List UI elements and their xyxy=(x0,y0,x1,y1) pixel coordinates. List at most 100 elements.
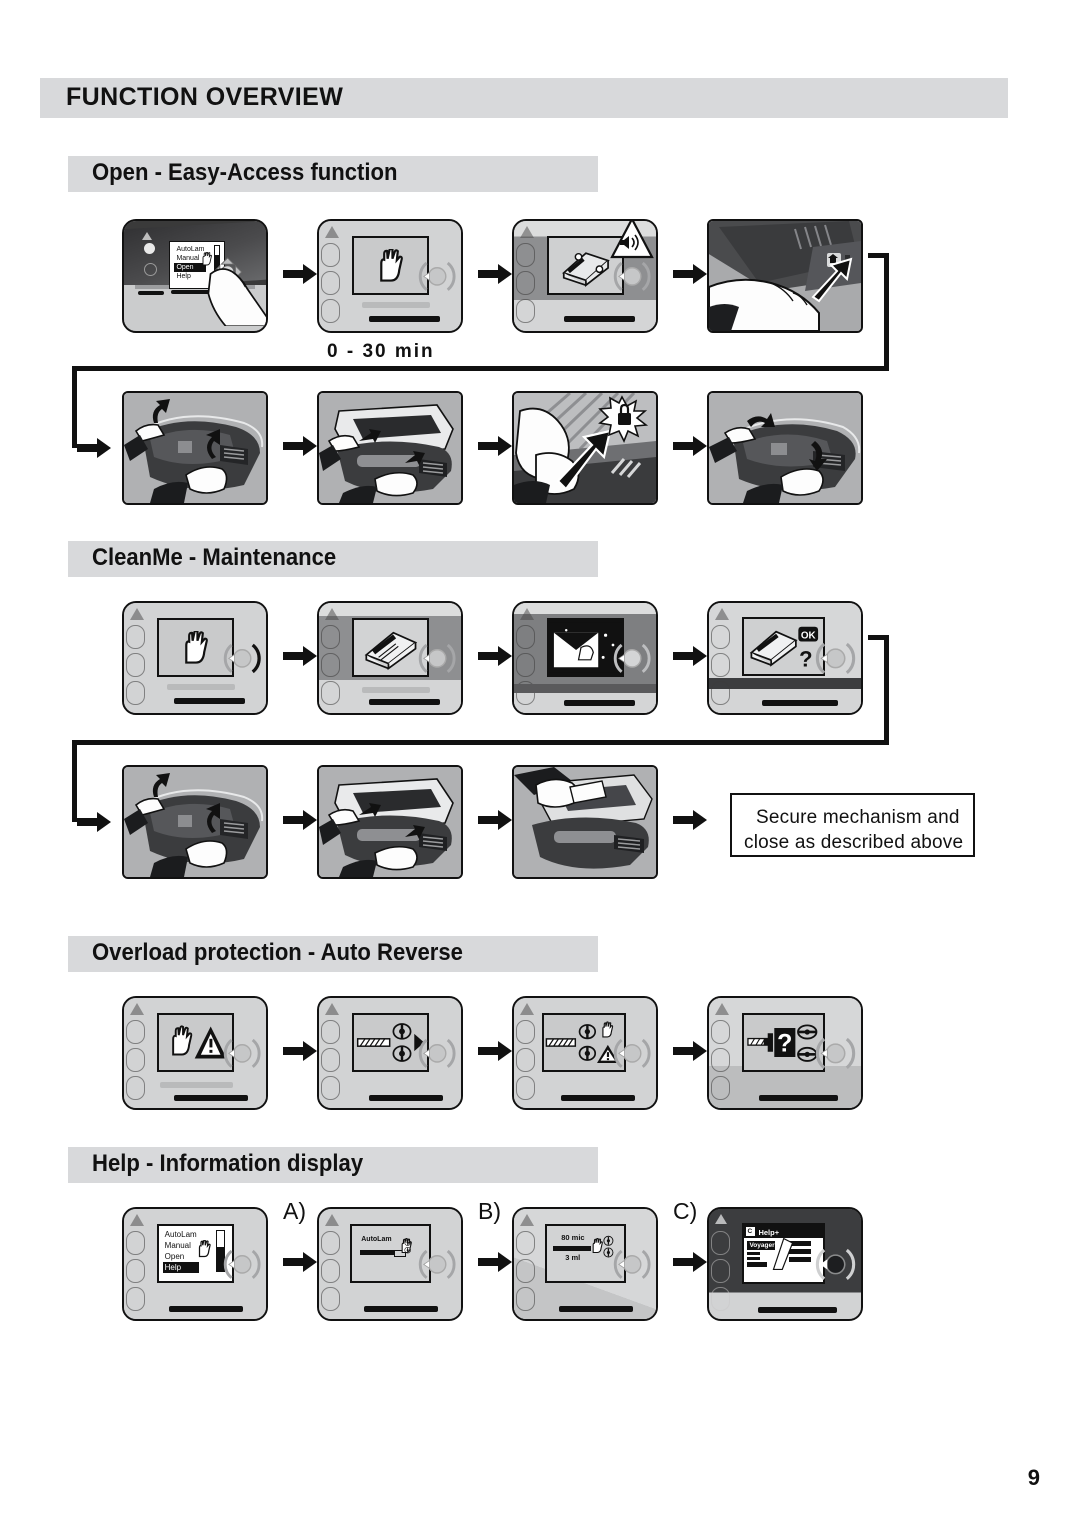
sound-alert-icon xyxy=(610,221,654,262)
device-button-1[interactable] xyxy=(516,1020,535,1044)
device-button-1[interactable] xyxy=(711,1231,730,1255)
flow-arrow xyxy=(283,263,317,285)
device-nav-pad[interactable] xyxy=(613,632,651,685)
device-button-2[interactable] xyxy=(321,1259,340,1283)
device-face: AutoLam Manual Open Help xyxy=(124,1209,266,1319)
device-slot-lower xyxy=(368,1094,443,1101)
device-nav-pad[interactable] xyxy=(418,632,456,685)
device-button-2[interactable] xyxy=(711,1259,730,1283)
device-button-3[interactable] xyxy=(711,681,730,705)
note-line-2: close as described above xyxy=(744,832,964,853)
step-display-hand-wait xyxy=(122,601,268,715)
page-turn-icon xyxy=(773,1238,794,1271)
device-nav-pad[interactable] xyxy=(418,250,456,303)
device-lcd: C Help+ Voyager xyxy=(742,1223,826,1285)
device-nav-pad[interactable] xyxy=(815,1027,856,1080)
question-mark-text: ? xyxy=(799,647,813,672)
hand-icon xyxy=(181,630,211,665)
photo-image xyxy=(124,393,266,503)
flow-arrow xyxy=(478,645,512,667)
device-button-2[interactable] xyxy=(711,1048,730,1072)
device-button-3[interactable] xyxy=(126,681,145,705)
device-button-2[interactable] xyxy=(321,271,340,295)
device-button-2[interactable] xyxy=(126,1048,145,1072)
menu-item-help[interactable]: Help xyxy=(174,272,206,281)
device-button-2[interactable] xyxy=(126,653,145,677)
device-nav-pad[interactable] xyxy=(613,1027,651,1080)
device-nav-pad[interactable] xyxy=(815,632,856,685)
menu-item-manual[interactable]: Manual xyxy=(163,1240,199,1251)
step-display-rollers-forward xyxy=(317,996,463,1110)
page-number: 9 xyxy=(1027,1465,1040,1490)
step-display-cleaning-ok-question: OK ? xyxy=(707,601,863,715)
device-button-1[interactable] xyxy=(321,243,340,267)
device-button-3[interactable] xyxy=(516,1287,535,1311)
device-button-1[interactable] xyxy=(321,1231,340,1255)
device-button-1[interactable] xyxy=(711,625,730,649)
device-button-3[interactable] xyxy=(126,1287,145,1311)
device-button-1[interactable] xyxy=(516,625,535,649)
console-power-button[interactable] xyxy=(143,243,155,254)
flow-arrow xyxy=(478,263,512,285)
device-nav-pad[interactable] xyxy=(815,1238,856,1291)
flow-arrow xyxy=(673,263,707,285)
console-warning-icon xyxy=(142,232,153,240)
device-button-2[interactable] xyxy=(516,271,535,295)
photo-image xyxy=(319,393,461,503)
device-button-1[interactable] xyxy=(711,1020,730,1044)
device-button-1[interactable] xyxy=(321,625,340,649)
device-button-3[interactable] xyxy=(321,299,340,323)
device-button-3[interactable] xyxy=(321,1287,340,1311)
device-button-3[interactable] xyxy=(321,681,340,705)
device-nav-pad[interactable] xyxy=(418,1238,456,1291)
menu-item-autolam[interactable]: AutoLam xyxy=(163,1229,199,1240)
warning-triangle-icon xyxy=(520,226,534,238)
device-nav-pad[interactable] xyxy=(223,1027,261,1080)
device-button-3[interactable] xyxy=(711,1287,730,1311)
device-button-2[interactable] xyxy=(516,653,535,677)
device-button-3[interactable] xyxy=(516,1076,535,1100)
menu-item-open[interactable]: Open xyxy=(163,1251,199,1262)
step-display-hand-wait xyxy=(317,219,463,333)
flow-arrow xyxy=(478,435,512,457)
warning-triangle-icon xyxy=(130,1003,144,1015)
device-button-1[interactable] xyxy=(516,243,535,267)
warning-triangle-icon xyxy=(325,608,339,620)
menu-item-help[interactable]: Help xyxy=(162,1262,199,1274)
device-nav-pad[interactable] xyxy=(223,1238,261,1291)
device-slot-lower xyxy=(559,1305,634,1312)
step-photo-press-rollers xyxy=(317,391,463,505)
device-button-3[interactable] xyxy=(321,1076,340,1100)
device-button-1[interactable] xyxy=(126,625,145,649)
device-nav-pad[interactable] xyxy=(613,1238,651,1291)
device-button-1[interactable] xyxy=(126,1231,145,1255)
flow-connector-stub-right xyxy=(868,635,889,640)
device-face xyxy=(319,221,461,331)
device-button-3[interactable] xyxy=(516,299,535,323)
device-button-2[interactable] xyxy=(126,1259,145,1283)
section-heading-open-easy-access: Open - Easy-Access function xyxy=(68,156,598,192)
flow-arrow xyxy=(478,1251,512,1273)
device-button-2[interactable] xyxy=(516,1048,535,1072)
device-button-1[interactable] xyxy=(516,1231,535,1255)
device-nav-pad[interactable] xyxy=(418,1027,456,1080)
step-photo-open-lid xyxy=(122,765,268,879)
device-nav-pad[interactable] xyxy=(223,632,262,685)
device-slot-lower xyxy=(364,1305,439,1312)
device-button-1[interactable] xyxy=(321,1020,340,1044)
device-button-2[interactable] xyxy=(516,1259,535,1283)
step-display-thickness-setting: 80 mic 3 ml xyxy=(512,1207,658,1321)
device-button-3[interactable] xyxy=(711,1076,730,1100)
flow-arrow xyxy=(77,811,111,833)
device-button-2[interactable] xyxy=(321,653,340,677)
device-slot-lower xyxy=(757,1306,837,1313)
device-button-2[interactable] xyxy=(711,653,730,677)
step-display-cartridge-beep xyxy=(512,219,658,333)
device-button-2[interactable] xyxy=(321,1048,340,1072)
device-button-3[interactable] xyxy=(126,1076,145,1100)
device-face xyxy=(319,603,461,713)
device-band xyxy=(514,684,656,694)
console-back-button[interactable] xyxy=(143,262,157,276)
device-button-1[interactable] xyxy=(126,1020,145,1044)
flow-arrow xyxy=(673,645,707,667)
